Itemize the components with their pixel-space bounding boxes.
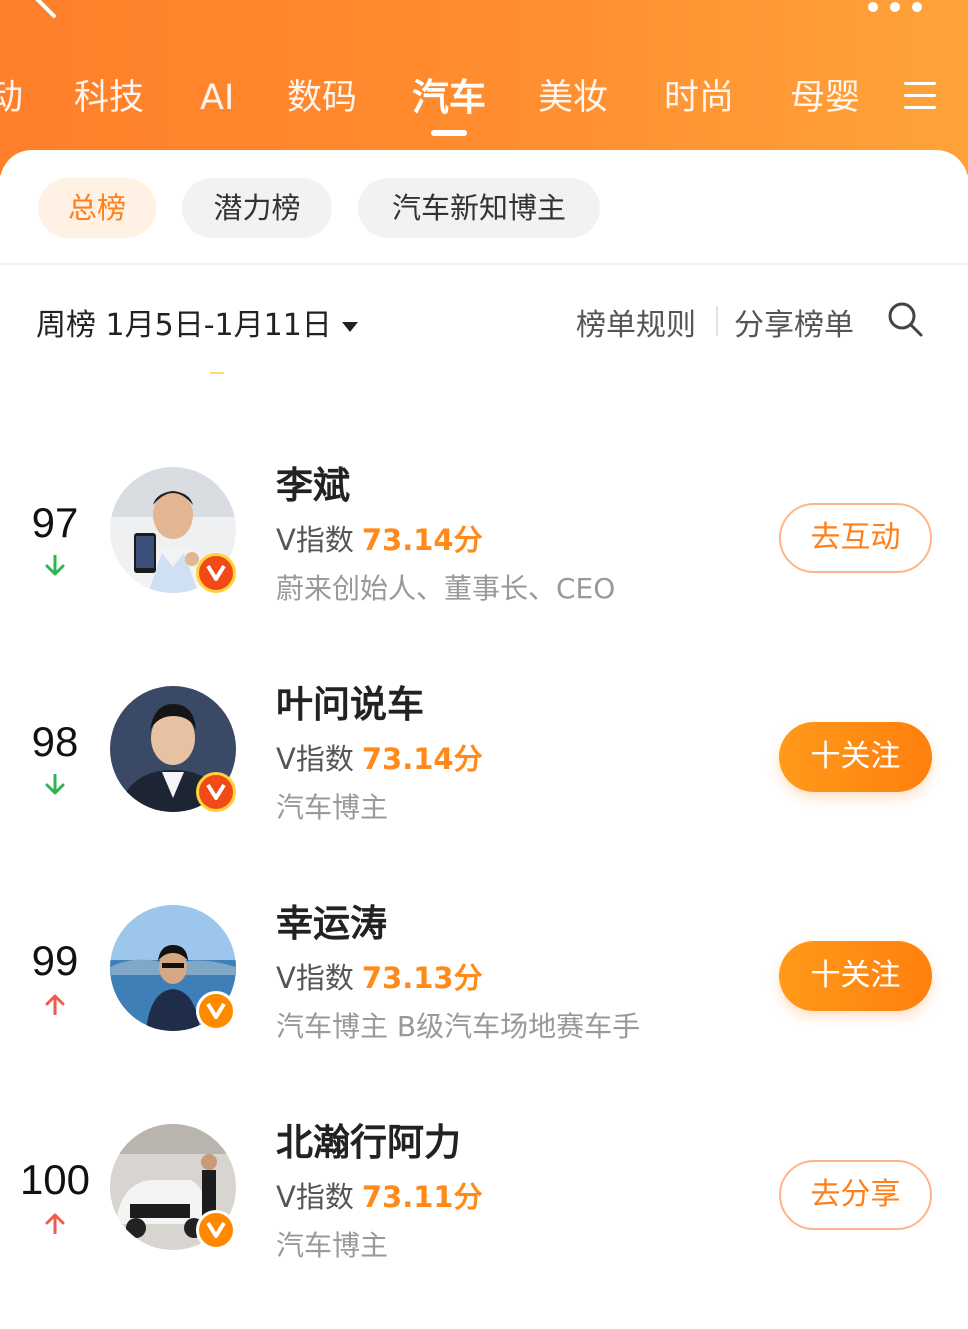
decor-mark [210,372,224,374]
score-line: V指数 73.14分 [276,736,483,778]
blogger-description: 汽车博主 [276,1229,389,1262]
list-item[interactable]: 97 李斌 V指数 73.14分 蔚来创始人、董事长、CEO 去互动 [0,455,968,655]
verified-badge-icon [196,1210,236,1250]
trend-up-icon [45,1213,65,1234]
verified-badge-icon [196,991,236,1031]
interact-button[interactable]: 去互动 [779,503,932,573]
avatar[interactable] [110,905,236,1031]
score-value: 73.13分 [361,961,483,995]
chevron-left-icon[interactable] [28,0,68,28]
trend-down-icon [45,774,65,795]
chip-potential[interactable]: 潜力榜 [182,178,332,238]
blogger-description: 汽车博主 [276,791,389,824]
blogger-name[interactable]: 李斌 [276,455,350,509]
blogger-description: 汽车博主 B级汽车场地赛车手 [276,1010,641,1043]
share-button[interactable]: 去分享 [779,1160,932,1230]
tab-ai[interactable]: AI [200,72,234,128]
chip-auto-new-blogger[interactable]: 汽车新知博主 [358,178,600,238]
share-list-link[interactable]: 分享榜单 [734,300,854,344]
follow-button[interactable]: 十关注 [779,941,932,1011]
more-dots-icon[interactable] [862,0,928,14]
blogger-name[interactable]: 幸运涛 [276,893,387,947]
tab-beauty[interactable]: 美妆 [538,72,608,128]
search-icon[interactable] [886,300,924,338]
score-prefix: V指数 [276,523,354,557]
blogger-name[interactable]: 北瀚行阿力 [276,1112,461,1166]
trend-down-icon [45,555,65,576]
score-line: V指数 73.11分 [276,1174,483,1216]
header-bar: 动 科技 AI 数码 汽车 美妆 时尚 母婴 [0,0,968,175]
follow-button[interactable]: 十关注 [779,722,932,792]
period-label: 周榜 1月5日-1月11日 [36,308,332,343]
avatar[interactable] [110,1124,236,1250]
list-item[interactable]: 100 北瀚行阿力 V指数 73.11分 汽车博主 去分享 [0,1112,968,1312]
rank-number: 97 [31,499,79,546]
rules-link[interactable]: 榜单规则 [576,300,696,344]
score-value: 73.14分 [361,742,483,776]
list-item[interactable]: 99 幸运涛 V指数 73.13分 汽车博主 B级汽车场地赛车手 十关注 [0,893,968,1093]
blogger-name[interactable]: 叶问说车 [276,674,424,728]
avatar[interactable] [110,686,236,812]
tab-dong[interactable]: 动 [0,72,23,128]
verified-badge-icon [196,553,236,593]
rank-number: 98 [31,718,79,765]
score-prefix: V指数 [276,1180,354,1214]
score-value: 73.14分 [361,523,483,557]
verified-badge-icon [196,772,236,812]
tab-fashion[interactable]: 时尚 [664,72,734,128]
period-selector[interactable]: 周榜 1月5日-1月11日 [36,300,358,344]
score-line: V指数 73.14分 [276,517,483,559]
chip-overall[interactable]: 总榜 [38,178,156,238]
divider [0,263,968,265]
active-tab-indicator [431,130,467,136]
tab-auto[interactable]: 汽车 [412,72,486,128]
score-value: 73.11分 [361,1180,483,1214]
avatar[interactable] [110,467,236,593]
caret-down-icon [341,321,358,332]
score-prefix: V指数 [276,742,354,776]
tab-digital[interactable]: 数码 [287,72,357,128]
category-tabs: 动 科技 AI 数码 汽车 美妆 时尚 母婴 [0,72,968,132]
rank-number: 99 [31,937,79,984]
ranking-card: 总榜 潜力榜 汽车新知博主 周榜 1月5日-1月11日 榜单规则 分享榜单 97 [0,150,968,1329]
trend-up-icon [45,994,65,1015]
blogger-description: 蔚来创始人、董事长、CEO [276,572,616,605]
score-line: V指数 73.13分 [276,955,483,997]
score-prefix: V指数 [276,961,354,995]
rank-number: 100 [19,1156,91,1203]
separator [716,306,718,336]
list-item[interactable]: 98 叶问说车 V指数 73.14分 汽车博主 十关注 [0,674,968,874]
menu-icon[interactable] [904,82,936,110]
tab-tech[interactable]: 科技 [74,72,144,128]
tab-parenting[interactable]: 母婴 [790,72,860,128]
